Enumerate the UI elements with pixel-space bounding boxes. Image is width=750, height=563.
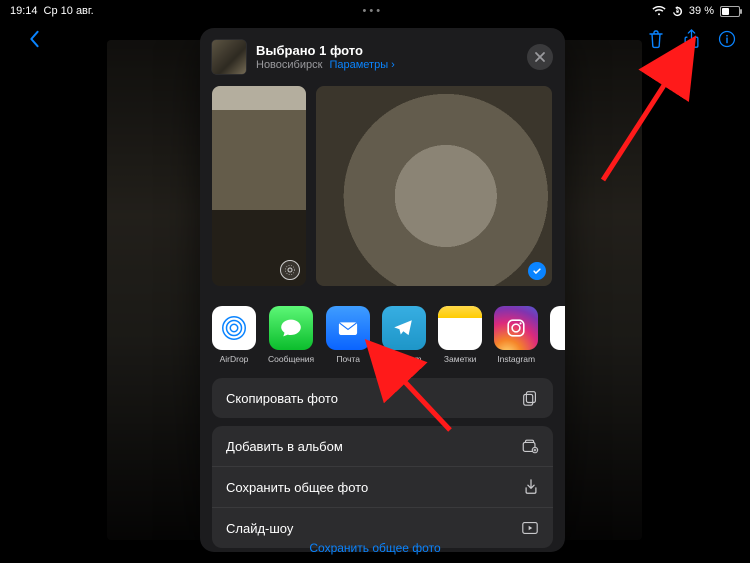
copy-action-group: Скопировать фото <box>212 378 553 418</box>
share-apps-row: AirDrop Сообщения Почта Telegram Заметки… <box>200 296 565 370</box>
status-battery-pct: 39 % <box>689 5 714 17</box>
footer-save-shared[interactable]: Сохранить общее фото <box>0 541 750 555</box>
back-button[interactable] <box>14 30 54 48</box>
app-airdrop[interactable]: AirDrop <box>212 306 256 364</box>
info-icon[interactable] <box>718 30 736 48</box>
more-app-icon <box>550 306 565 350</box>
share-location: Новосибирск <box>256 59 322 71</box>
status-time: 19:14 <box>10 5 38 17</box>
notes-icon <box>438 306 482 350</box>
telegram-icon <box>382 306 426 350</box>
trash-icon[interactable] <box>647 29 665 49</box>
header-thumbnail <box>212 40 246 74</box>
messages-icon <box>269 306 313 350</box>
close-button[interactable] <box>527 44 553 70</box>
share-icon[interactable] <box>683 29 700 49</box>
photo-thumbnail-1[interactable] <box>212 86 306 286</box>
wifi-icon <box>652 6 666 16</box>
share-sheet: Выбрано 1 фото Новосибирск Параметры › A… <box>200 28 565 552</box>
multitask-dots[interactable]: ••• <box>363 5 384 17</box>
action-copy-photo[interactable]: Скопировать фото <box>212 378 553 418</box>
add-to-album-icon <box>521 437 539 455</box>
selected-check-icon <box>528 262 546 280</box>
copy-icon <box>521 389 539 407</box>
action-save-shared[interactable]: Сохранить общее фото <box>212 466 553 507</box>
share-options-link[interactable]: Параметры › <box>329 59 394 71</box>
share-title: Выбрано 1 фото <box>256 43 395 59</box>
status-bar: 19:14 Ср 10 авг. ••• 39 % <box>0 0 750 22</box>
live-photo-icon <box>280 260 300 280</box>
mail-icon <box>326 306 370 350</box>
battery-icon <box>720 6 740 17</box>
orientation-lock-icon <box>672 6 683 17</box>
app-more[interactable] <box>550 306 565 364</box>
share-sheet-header: Выбрано 1 фото Новосибирск Параметры › <box>200 28 565 82</box>
download-icon <box>523 478 539 496</box>
action-add-to-album[interactable]: Добавить в альбом <box>212 426 553 466</box>
status-date: Ср 10 авг. <box>44 5 94 17</box>
app-instagram[interactable]: Instagram <box>494 306 538 364</box>
play-icon <box>521 520 539 536</box>
actions-group: Добавить в альбом Сохранить общее фото С… <box>212 426 553 548</box>
photo-thumbnail-2[interactable] <box>316 86 552 286</box>
instagram-icon <box>494 306 538 350</box>
app-mail[interactable]: Почта <box>326 306 370 364</box>
app-notes[interactable]: Заметки <box>438 306 482 364</box>
app-messages[interactable]: Сообщения <box>268 306 314 364</box>
app-telegram[interactable]: Telegram <box>382 306 426 364</box>
airdrop-icon <box>212 306 256 350</box>
